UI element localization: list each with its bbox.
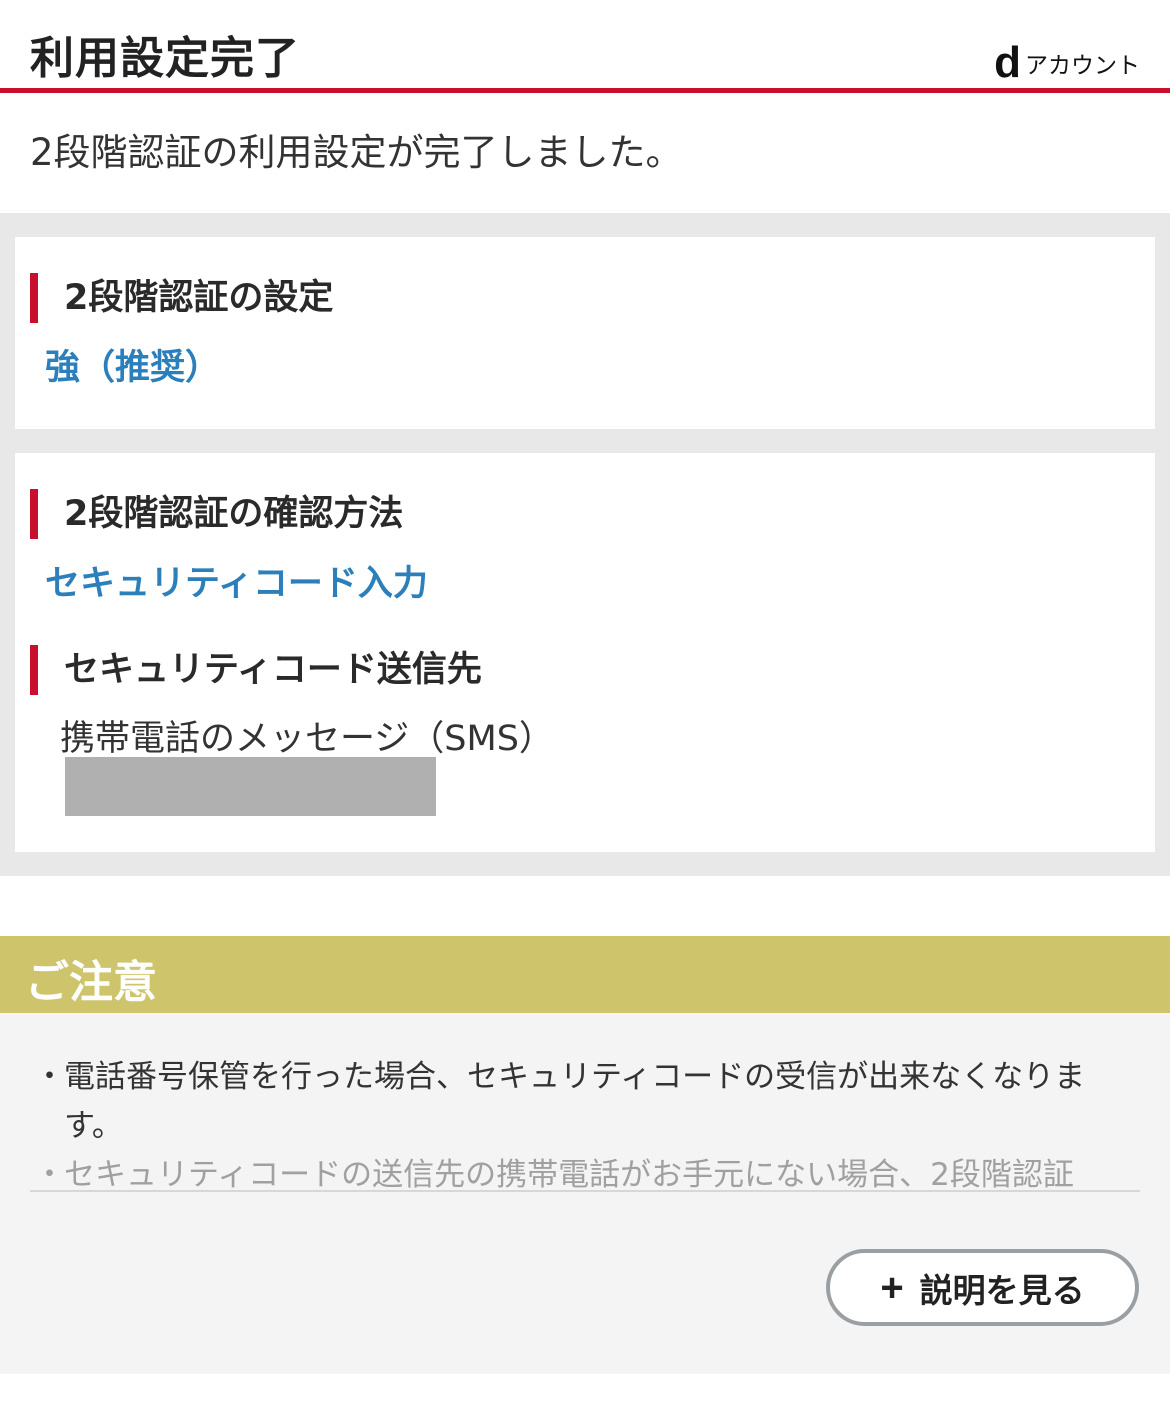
settings-value: 強（推奨）: [45, 348, 221, 388]
page-title: 利用設定完了: [30, 33, 300, 84]
settings-summary: 2段階認証の設定 強（推奨） 2段階認証の確認方法 セキュリティコード入力 セキ…: [0, 213, 1170, 876]
method-card: 2段階認証の確認方法 セキュリティコード入力 セキュリティコード送信先 携帯電話…: [15, 453, 1155, 852]
method-heading: 2段階認証の確認方法: [30, 489, 403, 539]
destination-value: 携帯電話のメッセージ（SMS）: [60, 719, 554, 759]
collapsed-fade-divider: [30, 1190, 1140, 1192]
bullet: ・: [34, 1059, 65, 1095]
caution-note-text: 電話番号保管を行った場合、セキュリティコードの受信が出来なくなります。: [64, 1059, 1086, 1144]
d-account-logo: d アカウント: [994, 38, 1140, 87]
masked-phone-number: [65, 757, 436, 816]
caution-note: ・ 電話番号保管を行った場合、セキュリティコードの受信が出来なくなります。: [34, 1053, 1144, 1151]
caution-body: ・ 電話番号保管を行った場合、セキュリティコードの受信が出来なくなります。 ・ …: [0, 1013, 1170, 1374]
plus-icon: +: [880, 1265, 904, 1310]
caution-note: ・ セキュリティコードの送信先の携帯電話がお手元にない場合、2段階認証: [34, 1151, 1144, 1191]
show-explanation-button[interactable]: + 説明を見る: [826, 1249, 1139, 1326]
caution-title: ご注意: [25, 957, 157, 1008]
d-logo-icon: d: [994, 38, 1021, 87]
method-value: セキュリティコード入力: [45, 564, 428, 604]
settings-card: 2段階認証の設定 強（推奨）: [15, 237, 1155, 429]
caution-header: ご注意: [0, 936, 1170, 1013]
caution-note-text: セキュリティコードの送信先の携帯電話がお手元にない場合、2段階認証: [64, 1157, 1074, 1191]
brand-label: アカウント: [1025, 53, 1140, 79]
destination-heading: セキュリティコード送信先: [30, 645, 482, 695]
bullet: ・: [34, 1157, 65, 1191]
show-explanation-label: 説明を見る: [919, 1271, 1085, 1309]
page-header: 利用設定完了 d アカウント: [0, 0, 1170, 93]
completion-message: 2段階認証の利用設定が完了しました。: [30, 131, 683, 174]
settings-heading: 2段階認証の設定: [30, 273, 333, 323]
